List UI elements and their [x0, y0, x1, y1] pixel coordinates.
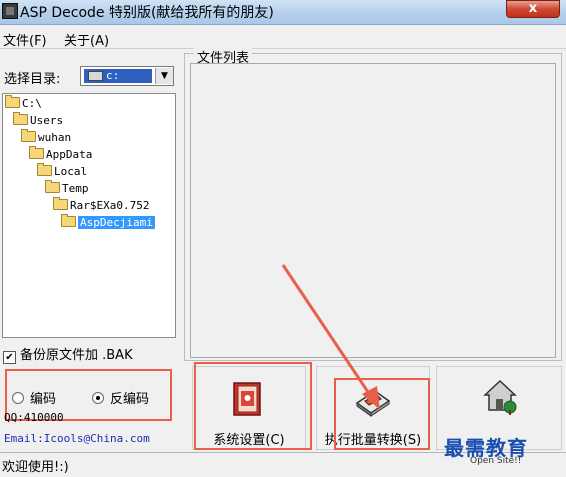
qq-text: QQ:410000	[4, 411, 64, 424]
highlight-box	[334, 378, 430, 450]
status-text: 欢迎使用!:)	[2, 460, 69, 475]
menu-about[interactable]: 关于(A)	[64, 30, 109, 49]
tree-item[interactable]: Temp	[45, 180, 89, 196]
tree-item[interactable]: AppData	[29, 146, 92, 162]
folder-open-icon	[29, 146, 44, 159]
decode-radio[interactable]: 反编码	[92, 388, 149, 407]
radio-selected-icon[interactable]	[92, 392, 104, 404]
window-title: ASP Decode 特别版(献给我所有的朋友)	[20, 5, 274, 21]
folder-open-icon	[21, 129, 36, 142]
folder-open-icon	[37, 163, 52, 176]
tree-item-selected[interactable]: AspDecjiami	[61, 214, 155, 230]
directory-tree[interactable]: C:\ Users wuhan AppData Local Temp Rar$E…	[2, 93, 176, 338]
decode-label: 反编码	[110, 392, 150, 407]
folder-open-icon	[13, 112, 28, 125]
folder-open-icon	[45, 180, 60, 193]
radio-icon[interactable]	[12, 392, 24, 404]
drive-value: c:	[106, 69, 120, 82]
checkmark-icon[interactable]: ✔	[3, 351, 16, 364]
backup-label: 备份原文件加 .BAK	[20, 348, 133, 363]
drive-icon	[88, 71, 103, 81]
backup-checkbox[interactable]: ✔ 备份原文件加 .BAK	[3, 344, 133, 364]
chevron-down-icon[interactable]: ▼	[155, 68, 173, 84]
highlight-box	[194, 362, 312, 450]
tree-item[interactable]: Local	[37, 163, 87, 179]
tree-item[interactable]: Users	[13, 112, 63, 128]
encode-radio[interactable]: 编码	[12, 388, 56, 407]
tree-item[interactable]: wuhan	[21, 129, 71, 145]
encode-label: 编码	[30, 392, 57, 407]
email-link[interactable]: Email:Icools@China.com	[4, 432, 150, 445]
drive-select[interactable]: c: ▼	[80, 66, 174, 86]
title-bar[interactable]: ASP Decode 特别版(献给我所有的朋友) x	[0, 0, 566, 25]
folder-open-icon	[53, 197, 68, 210]
folder-open-icon	[5, 95, 20, 108]
file-list[interactable]	[190, 63, 556, 358]
close-button[interactable]: x	[506, 0, 560, 18]
home-icon	[483, 379, 517, 415]
tree-item[interactable]: C:\	[5, 95, 42, 111]
menu-file[interactable]: 文件(F)	[3, 30, 47, 49]
app-icon	[2, 3, 18, 19]
menu-bar: 文件(F) 关于(A)	[0, 26, 566, 49]
watermark-text: 最需教育	[444, 436, 528, 460]
folder-open-icon	[61, 214, 76, 227]
tree-item[interactable]: Rar$EXa0.752	[53, 197, 149, 213]
directory-label: 选择目录:	[4, 72, 61, 87]
